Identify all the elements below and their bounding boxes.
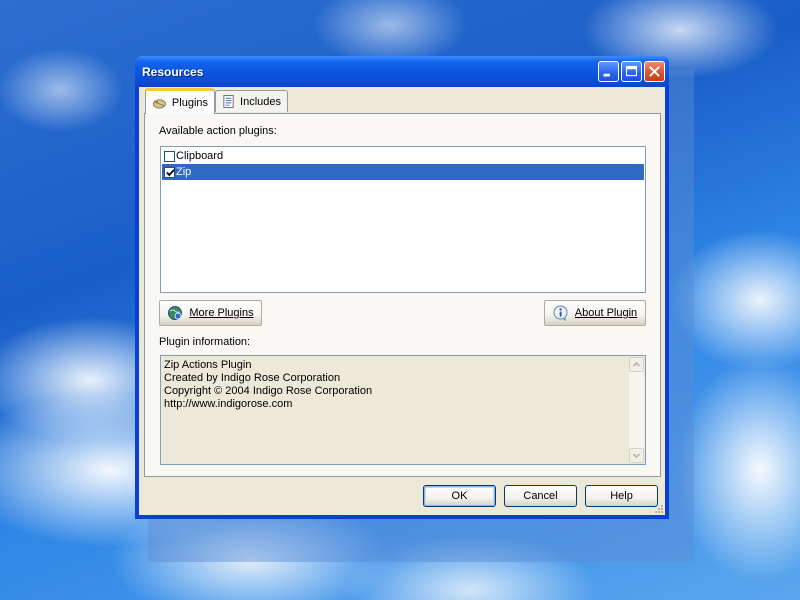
chevron-down-icon xyxy=(632,453,641,459)
help-button[interactable]: Help xyxy=(585,485,658,507)
plugins-list[interactable]: Clipboard Zip xyxy=(160,146,646,293)
list-item-clipboard[interactable]: Clipboard xyxy=(162,148,644,164)
globe-icon xyxy=(168,306,183,320)
checkmark-icon xyxy=(166,168,175,176)
minimize-icon xyxy=(603,73,610,77)
info-line: http://www.indigorose.com xyxy=(164,398,293,410)
resources-dialog: Resources Plugins Includes Available act… xyxy=(135,56,669,519)
cancel-label: Cancel xyxy=(523,490,558,502)
close-button[interactable] xyxy=(644,61,665,82)
resize-grip-icon[interactable] xyxy=(652,504,664,514)
minimize-button[interactable] xyxy=(598,61,619,82)
cancel-button[interactable]: Cancel xyxy=(504,485,577,507)
about-plugin-button[interactable]: About Plugin xyxy=(544,300,646,326)
document-icon xyxy=(223,94,234,109)
info-line: Created by Indigo Rose Corporation xyxy=(164,372,341,384)
tab-plugins[interactable]: Plugins xyxy=(145,88,215,114)
info-line: Copyright © 2004 Indigo Rose Corporation xyxy=(164,385,373,397)
more-plugins-button[interactable]: More Plugins xyxy=(159,300,262,326)
available-plugins-label: Available action plugins: xyxy=(159,125,277,137)
scroll-up-button[interactable] xyxy=(629,357,644,372)
info-scrollbar[interactable] xyxy=(629,357,644,463)
window-title: Resources xyxy=(142,65,204,79)
maximize-button[interactable] xyxy=(621,61,642,82)
plugin-info-label: Plugin information: xyxy=(159,336,251,348)
list-item-label: Clipboard xyxy=(176,150,224,162)
tab-includes-label: Includes xyxy=(240,95,281,108)
ok-label: OK xyxy=(451,490,468,502)
tab-includes[interactable]: Includes xyxy=(215,90,288,112)
zip-checkbox[interactable] xyxy=(164,166,175,178)
info-line: Zip Actions Plugin xyxy=(164,359,252,371)
clipboard-checkbox[interactable] xyxy=(164,150,175,162)
about-plugin-label: About Plugin xyxy=(574,307,638,319)
plugins-tab-panel: Available action plugins: Clipboard Zip xyxy=(144,113,661,477)
scroll-down-button[interactable] xyxy=(629,448,644,463)
plugin-info-box[interactable]: Zip Actions Plugin Created by Indigo Ros… xyxy=(160,355,646,465)
info-icon xyxy=(553,305,568,321)
close-icon xyxy=(649,66,660,77)
tab-plugins-label: Plugins xyxy=(171,96,208,109)
dialog-body: Plugins Includes Available action plugin… xyxy=(139,87,665,515)
title-bar[interactable]: Resources xyxy=(135,56,669,87)
maximize-icon xyxy=(625,65,638,77)
plugin-icon xyxy=(152,98,166,109)
help-label: Help xyxy=(610,490,633,502)
list-item-zip[interactable]: Zip xyxy=(162,164,644,180)
ok-button[interactable]: OK xyxy=(423,485,496,507)
more-plugins-label: More Plugins xyxy=(189,307,254,319)
chevron-up-icon xyxy=(632,361,641,367)
list-item-label: Zip xyxy=(176,166,192,178)
